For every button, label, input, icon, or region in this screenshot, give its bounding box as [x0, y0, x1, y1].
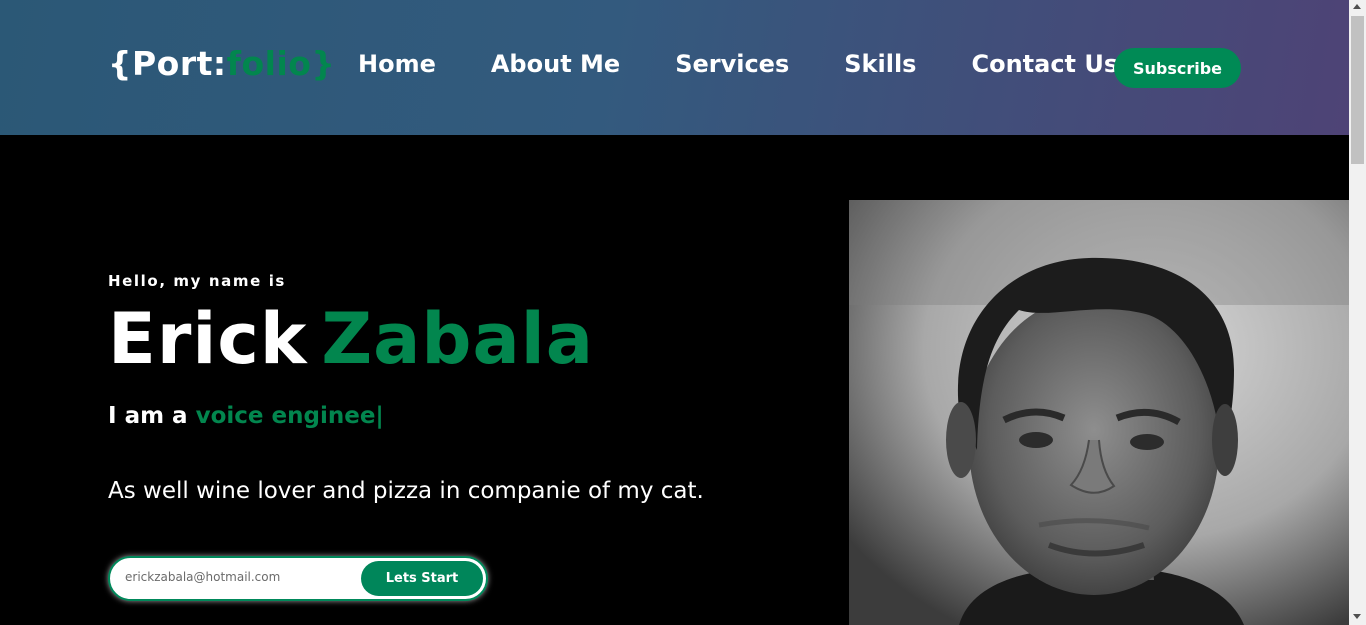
- last-name: Zabala: [321, 298, 594, 380]
- nav-services[interactable]: Services: [675, 50, 789, 78]
- role-prefix: I am a: [108, 403, 188, 429]
- main-nav: Home About Me Services Skills Contact Us: [358, 50, 1173, 78]
- nav-skills[interactable]: Skills: [844, 50, 916, 78]
- email-field[interactable]: [125, 570, 355, 584]
- nav-contact-us[interactable]: Contact Us: [971, 50, 1118, 78]
- hero-name: Erick Zabala: [108, 298, 594, 380]
- site-header: {Port:folio} Home About Me Services Skil…: [0, 0, 1349, 135]
- signup-form: Lets Start: [108, 556, 488, 601]
- profile-photo: [849, 200, 1349, 625]
- logo-accent: folio}: [226, 44, 336, 83]
- logo-text: {Port:: [108, 44, 227, 83]
- lets-start-button[interactable]: Lets Start: [361, 561, 483, 596]
- scrollbar[interactable]: [1349, 0, 1366, 625]
- scrollbar-thumb[interactable]: [1351, 16, 1364, 164]
- first-name: Erick: [108, 298, 308, 380]
- subscribe-button[interactable]: Subscribe: [1114, 48, 1241, 88]
- role-typed: voice enginee|: [195, 403, 384, 429]
- nav-about-me[interactable]: About Me: [491, 50, 620, 78]
- nav-home[interactable]: Home: [358, 50, 436, 78]
- logo[interactable]: {Port:folio}: [108, 44, 335, 83]
- arrow-up-icon[interactable]: [1353, 4, 1361, 9]
- greeting: Hello, my name is: [108, 272, 286, 290]
- arrow-down-icon[interactable]: [1353, 614, 1361, 619]
- role-line: I am a voice enginee|: [108, 403, 384, 429]
- hero-description: As well wine lover and pizza in companie…: [108, 478, 704, 504]
- portrait-image: [849, 200, 1349, 625]
